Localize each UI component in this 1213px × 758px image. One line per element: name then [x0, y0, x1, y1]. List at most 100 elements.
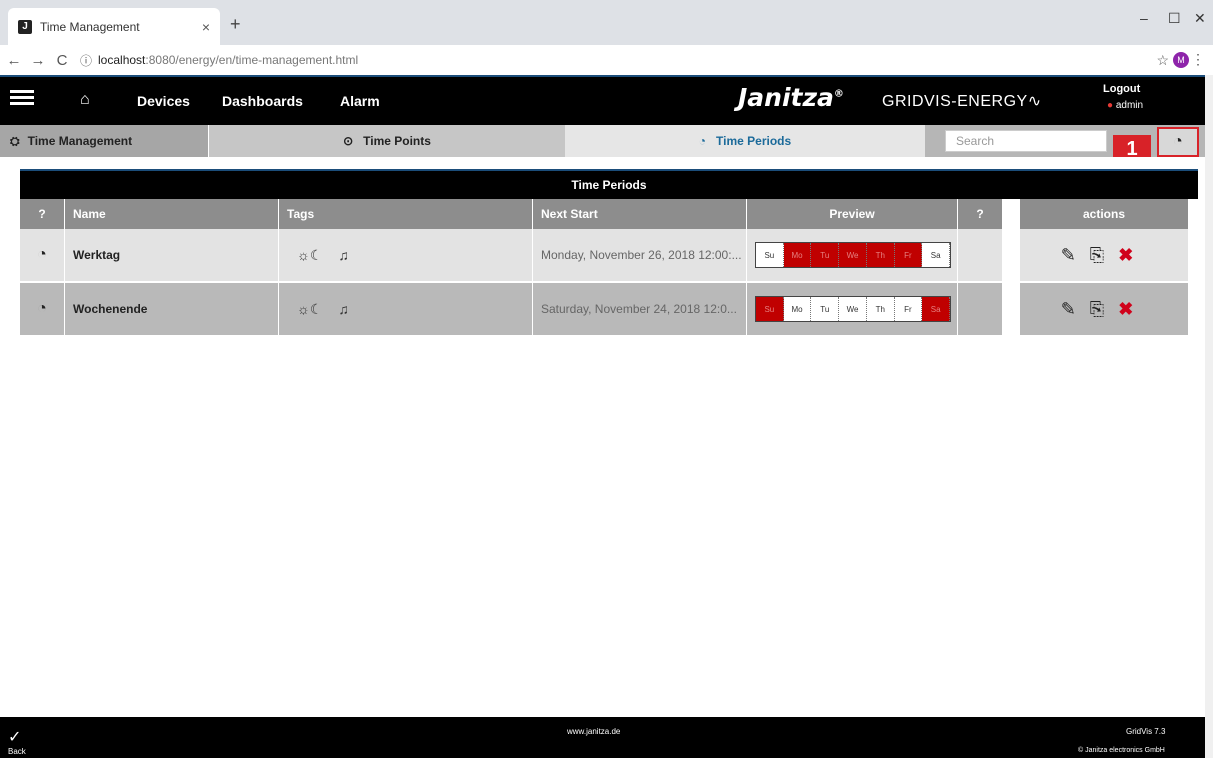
tab-time-points-label: Time Points — [363, 134, 431, 148]
tab-time-points[interactable]: ⊙ Time Points — [208, 125, 565, 157]
table-title: Time Periods — [20, 169, 1198, 199]
time-period-icon: ◔ — [37, 246, 47, 263]
brand-name: Janitza — [738, 83, 834, 112]
tab-time-periods-label: Time Periods — [716, 134, 792, 148]
day-night-tag-icon[interactable]: ☼☾ — [297, 247, 322, 264]
address-bar[interactable]: ⓘ localhost :8080/energy/en/time-managem… — [80, 48, 1170, 72]
sub-navigation: ⛭ Time Management ⊙ Time Points ◔ Time P… — [0, 125, 1205, 157]
day-su: Su — [756, 243, 784, 267]
search-input[interactable]: Search — [945, 130, 1107, 152]
period-name: Wochenende — [65, 283, 278, 335]
week-preview: Su Mo Tu We Th Fr Sa — [755, 296, 951, 322]
day-sa: Sa — [922, 297, 951, 321]
day-tu: Tu — [811, 297, 840, 321]
add-period-icon: ◔ — [1173, 133, 1183, 150]
edit-icon[interactable]: ✎ — [1061, 299, 1076, 320]
browser-toolbar: ← → C ⓘ localhost :8080/energy/en/time-m… — [0, 45, 1213, 75]
next-start: Saturday, November 24, 2018 12:0... — [533, 283, 746, 335]
alarm-bell-icon[interactable]: ♫ — [338, 247, 349, 263]
janitza-favicon-icon: J — [18, 19, 32, 34]
user-icon: ● — [1107, 100, 1114, 111]
tab-time-periods[interactable]: ◔ Time Periods — [565, 125, 925, 157]
pie-clock-icon: ◔ — [698, 134, 707, 148]
edit-icon[interactable]: ✎ — [1061, 245, 1076, 266]
clock-icon: ⊙ — [343, 134, 354, 148]
delete-icon[interactable]: ✖ — [1118, 245, 1133, 266]
col-next-start[interactable]: Next Start — [533, 199, 746, 229]
day-we: We — [839, 243, 867, 267]
col-tags[interactable]: Tags — [279, 199, 532, 229]
tab-title: Time Management — [40, 19, 140, 34]
add-time-period-button[interactable]: ◔ — [1157, 127, 1199, 157]
back-check-icon[interactable]: ✓ — [8, 727, 21, 747]
day-we: We — [839, 297, 867, 321]
col-actions: actions — [1020, 199, 1188, 229]
username: admin — [1115, 100, 1144, 111]
time-management-icon: ⛭ — [10, 133, 20, 148]
day-su: Su — [756, 297, 784, 321]
back-link[interactable]: Back — [8, 747, 26, 756]
day-mo: Mo — [783, 243, 812, 267]
pulse-wave-icon: ∿ — [1027, 93, 1042, 110]
day-fr: Fr — [895, 297, 923, 321]
preview-help-icon[interactable]: ? — [958, 199, 1002, 229]
info-icon[interactable]: ⓘ — [80, 52, 92, 69]
delete-icon[interactable]: ✖ — [1118, 299, 1133, 320]
table-header: ? Name Tags Next Start Preview ? actions — [20, 199, 1198, 229]
reload-icon[interactable]: C — [52, 52, 72, 69]
maximize-icon[interactable]: ☐ — [1168, 10, 1181, 27]
hamburger-menu-icon[interactable] — [10, 87, 34, 111]
table-row[interactable]: ◔ Wochenende ☼☾ ♫ Saturday, November 24,… — [20, 283, 1198, 335]
brand-subtitle-text: GRIDVIS-ENERGY — [882, 93, 1028, 110]
browser-tab[interactable]: J Time Management × — [8, 8, 220, 45]
alarm-bell-icon[interactable]: ♫ — [338, 301, 349, 317]
new-tab-button[interactable]: + — [230, 14, 241, 35]
copyright: © Janitza electronics GmbH — [1078, 747, 1165, 754]
table-row[interactable]: ◔ Werktag ☼☾ ♫ Monday, November 26, 2018… — [20, 229, 1198, 281]
browser-menu-icon[interactable]: ⋮ — [1191, 51, 1205, 68]
profile-avatar[interactable]: M — [1173, 52, 1189, 68]
main-content: Time Periods ? Name Tags Next Start Prev… — [8, 157, 1205, 717]
col-name[interactable]: Name — [65, 199, 278, 229]
brand-subtitle: GRIDVIS-ENERGY∿ — [882, 91, 1042, 111]
bookmark-star-icon[interactable]: ☆ — [1156, 52, 1169, 69]
nav-alarm[interactable]: Alarm — [340, 93, 380, 109]
window-close-icon[interactable]: ✕ — [1194, 10, 1206, 27]
tab-close-icon[interactable]: × — [202, 19, 210, 35]
week-preview: Su Mo Tu We Th Fr Sa — [755, 242, 951, 268]
copy-icon[interactable]: ⎘ — [1090, 299, 1104, 320]
scrollbar[interactable] — [1205, 75, 1213, 758]
day-th: Th — [867, 297, 895, 321]
website-link[interactable]: www.janitza.de — [567, 727, 620, 736]
version-label: GridVis 7.3 — [1126, 727, 1166, 736]
app-footer: ✓ Back www.janitza.de GridVis 7.3 © Jani… — [0, 717, 1205, 758]
day-fr: Fr — [894, 243, 923, 267]
day-sa: Sa — [922, 243, 951, 267]
url-path: :8080/energy/en/time-management.html — [145, 53, 359, 67]
brand-logo: Janitza® — [738, 83, 844, 112]
col-preview[interactable]: Preview — [747, 199, 957, 229]
url-host: localhost — [98, 53, 146, 67]
brand-mark: ® — [833, 88, 844, 100]
copy-icon[interactable]: ⎘ — [1090, 245, 1104, 266]
current-user: ● admin — [1107, 100, 1143, 111]
day-mo: Mo — [784, 297, 812, 321]
help-icon[interactable]: ? — [20, 199, 64, 229]
day-th: Th — [866, 243, 895, 267]
home-icon[interactable]: ⌂ — [80, 91, 90, 109]
back-arrow-icon[interactable]: ← — [4, 52, 24, 69]
forward-arrow-icon[interactable]: → — [28, 52, 48, 69]
next-start: Monday, November 26, 2018 12:00:... — [533, 229, 746, 281]
time-period-icon: ◔ — [37, 300, 47, 317]
logout-link[interactable]: Logout — [1103, 83, 1140, 95]
tab-time-management-label: Time Management — [27, 134, 133, 148]
day-night-tag-icon[interactable]: ☼☾ — [297, 301, 322, 318]
day-tu: Tu — [811, 243, 840, 267]
period-name: Werktag — [65, 229, 278, 281]
browser-tabstrip: J Time Management × + – ☐ ✕ — [0, 0, 1213, 45]
tab-time-management[interactable]: ⛭ Time Management — [0, 125, 208, 157]
minimize-icon[interactable]: – — [1140, 10, 1148, 26]
nav-devices[interactable]: Devices — [137, 93, 190, 109]
app-header: ⌂ Devices Dashboards Alarm Janitza® GRID… — [0, 75, 1205, 125]
nav-dashboards[interactable]: Dashboards — [222, 93, 303, 109]
